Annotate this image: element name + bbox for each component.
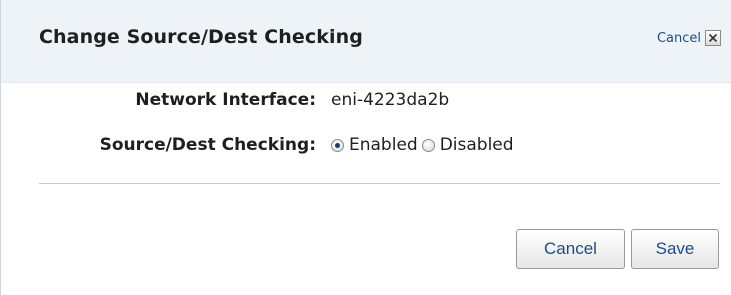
network-interface-label: Network Interface: — [135, 90, 316, 110]
divider — [39, 183, 720, 184]
dialog-header: Change Source/Dest Checking Cancel — [1, 0, 731, 83]
header-cancel-button[interactable]: Cancel — [657, 30, 721, 46]
enabled-radio-label[interactable]: Enabled — [349, 135, 418, 155]
enabled-radio[interactable] — [331, 138, 344, 152]
cancel-button[interactable]: Cancel — [516, 229, 625, 269]
network-interface-value: eni-4223da2b — [331, 90, 450, 110]
source-dest-checking-row: Source/Dest Checking: Enabled Disabled — [1, 135, 518, 155]
radio-option-enabled[interactable]: Enabled — [331, 135, 418, 155]
header-cancel-label[interactable]: Cancel — [657, 31, 701, 46]
source-dest-radio-group: Enabled Disabled — [331, 135, 518, 155]
disabled-radio[interactable] — [421, 138, 435, 152]
source-dest-checking-label: Source/Dest Checking: — [99, 135, 316, 155]
radio-option-disabled[interactable]: Disabled — [421, 135, 514, 155]
network-interface-row: Network Interface: eni-4223da2b — [1, 90, 449, 110]
save-button[interactable]: Save — [631, 229, 719, 269]
change-source-dest-dialog: Change Source/Dest Checking Cancel Netwo… — [0, 0, 731, 295]
dialog-title: Change Source/Dest Checking — [39, 26, 363, 48]
close-icon[interactable] — [705, 30, 721, 46]
disabled-radio-label[interactable]: Disabled — [440, 135, 514, 155]
